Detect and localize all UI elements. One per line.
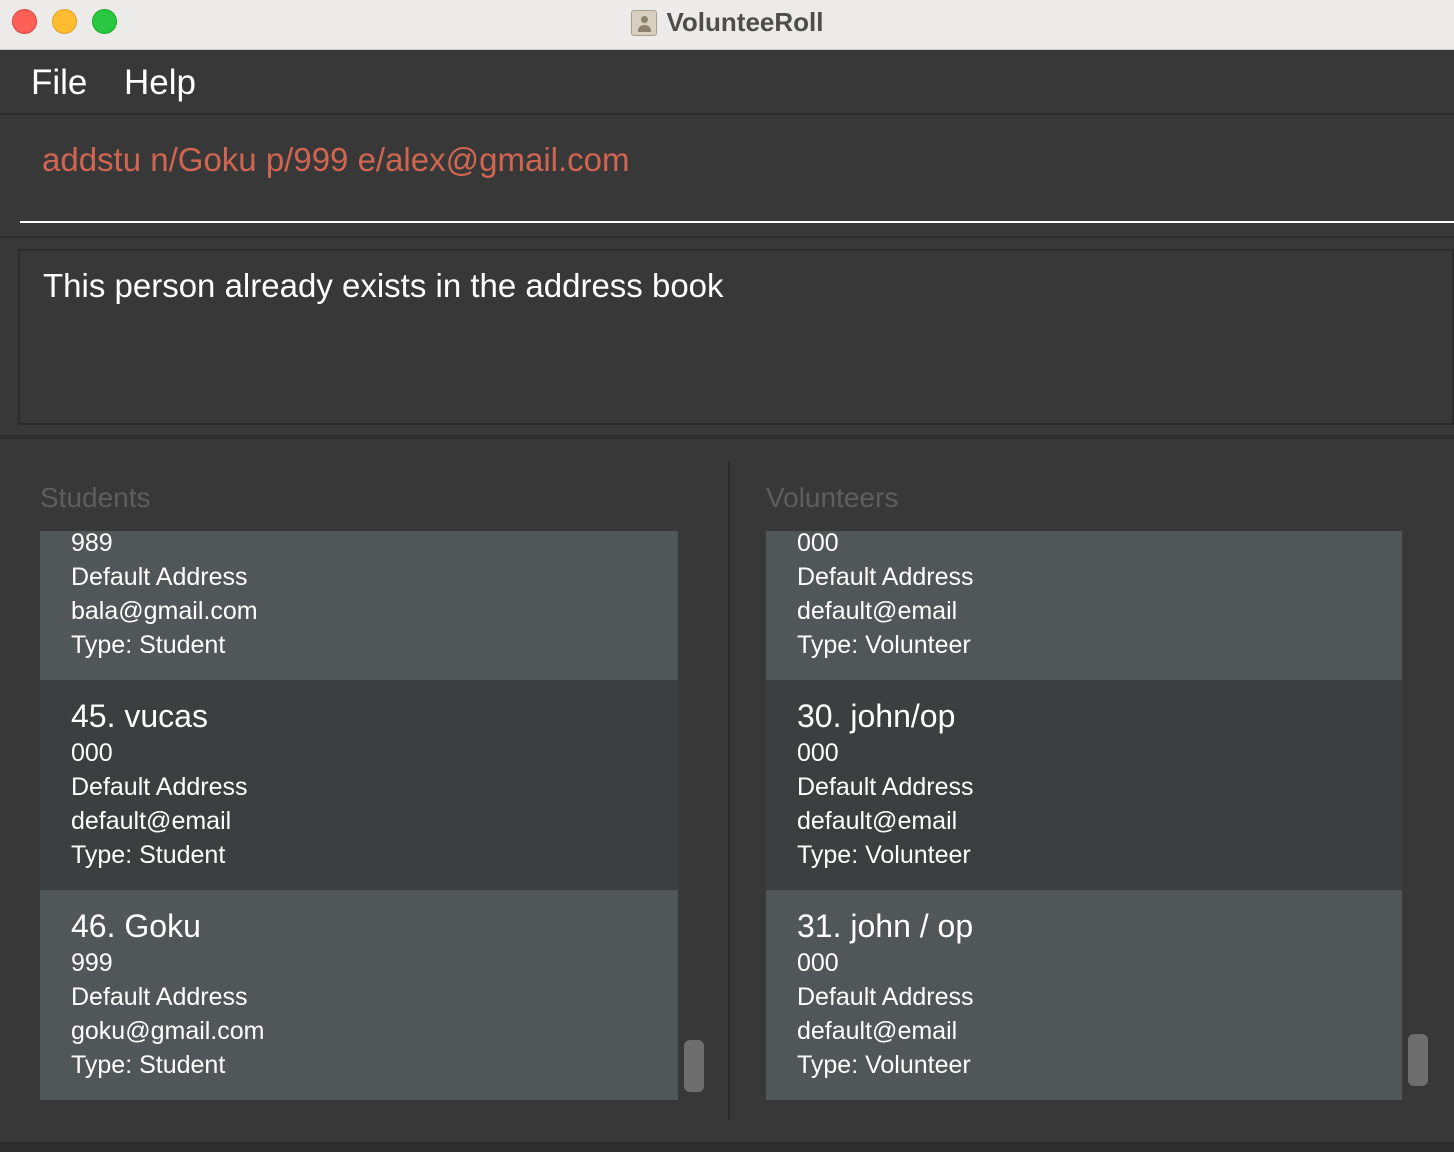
status-bar [0, 1142, 1454, 1152]
volunteer-name: 30. john/op [797, 698, 956, 734]
volunteer-phone: 000 [797, 739, 839, 767]
student-phone: 989 [71, 531, 113, 557]
contacts-app-icon [630, 9, 657, 36]
volunteer-name: 31. john / op [797, 908, 974, 944]
result-message: This person already exists in the addres… [43, 267, 724, 304]
command-box[interactable]: addstu n/Goku p/999 e/alex@gmail.com [0, 117, 1454, 238]
command-input[interactable]: addstu n/Goku p/999 e/alex@gmail.com [42, 141, 630, 179]
student-name: 45. vucas [71, 698, 208, 734]
student-type: Type: Student [71, 1051, 226, 1079]
volunteer-email: default@email [797, 597, 958, 625]
students-heading: Students [40, 482, 151, 513]
volunteer-email: default@email [797, 1017, 958, 1045]
panel-divider [728, 462, 730, 1120]
result-divider [0, 435, 1454, 439]
student-email: default@email [71, 807, 232, 835]
volunteers-scrollbar-thumb[interactable] [1408, 1034, 1428, 1086]
window-title: VolunteeRoll [666, 7, 824, 37]
student-type: Type: Student [71, 841, 226, 869]
student-card[interactable]: 989 Default Address bala@gmail.com Type:… [40, 531, 678, 680]
volunteers-panel: Volunteers 000 Default Address default@e… [766, 462, 1428, 1122]
student-address: Default Address [71, 563, 248, 591]
students-scrollbar-thumb[interactable] [684, 1040, 704, 1092]
student-card[interactable]: 45. vucas 000 Default Address default@em… [40, 680, 678, 890]
student-email: bala@gmail.com [71, 597, 258, 625]
student-name: 46. Goku [71, 908, 201, 944]
student-address: Default Address [71, 773, 248, 801]
student-type: Type: Student [71, 631, 226, 659]
volunteer-type: Type: Volunteer [797, 841, 971, 869]
student-address: Default Address [71, 983, 248, 1011]
volunteer-card[interactable]: 31. john / op 000 Default Address defaul… [766, 890, 1402, 1100]
result-display: This person already exists in the addres… [18, 249, 1454, 425]
volunteers-list[interactable]: 000 Default Address default@email Type: … [766, 531, 1402, 1100]
student-phone: 999 [71, 949, 113, 977]
volunteers-heading: Volunteers [766, 482, 899, 513]
student-phone: 000 [71, 739, 113, 767]
volunteer-card[interactable]: 000 Default Address default@email Type: … [766, 531, 1402, 680]
menu-bar: File Help [0, 51, 1454, 115]
student-email: goku@gmail.com [71, 1017, 265, 1045]
title-bar: VolunteeRoll [0, 0, 1454, 50]
volunteer-phone: 000 [797, 531, 839, 557]
help-menu[interactable]: Help [124, 63, 196, 103]
volunteer-type: Type: Volunteer [797, 631, 971, 659]
volunteer-type: Type: Volunteer [797, 1051, 971, 1079]
volunteer-address: Default Address [797, 563, 974, 591]
window-title-group: VolunteeRoll [0, 7, 1454, 38]
command-input-underline [20, 221, 1454, 223]
students-list[interactable]: 989 Default Address bala@gmail.com Type:… [40, 531, 678, 1100]
volunteer-phone: 000 [797, 949, 839, 977]
file-menu[interactable]: File [31, 63, 87, 103]
volunteer-address: Default Address [797, 983, 974, 1011]
students-panel: Students 989 Default Address bala@gmail.… [40, 462, 704, 1122]
volunteer-card[interactable]: 30. john/op 000 Default Address default@… [766, 680, 1402, 890]
volunteer-address: Default Address [797, 773, 974, 801]
student-card[interactable]: 46. Goku 999 Default Address goku@gmail.… [40, 890, 678, 1100]
volunteer-email: default@email [797, 807, 958, 835]
